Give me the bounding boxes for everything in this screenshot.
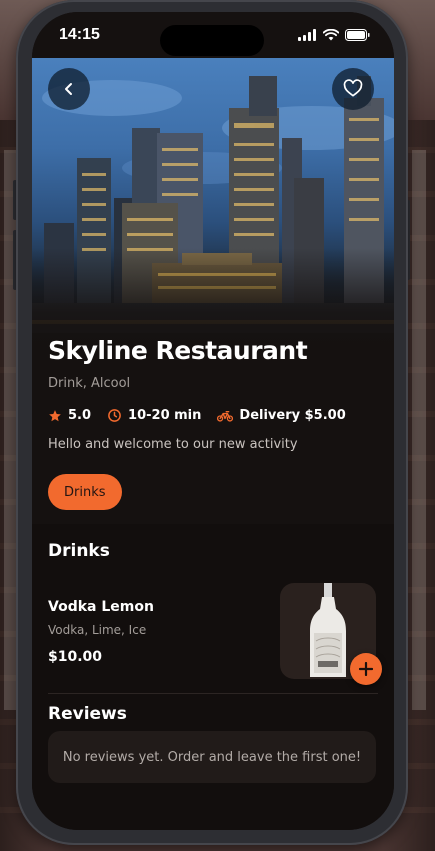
heart-icon [343, 79, 363, 97]
delivery-fee: Delivery $5.00 [217, 408, 346, 423]
clock-icon [108, 409, 121, 422]
section-divider [48, 693, 378, 694]
restaurant-meta: 5.0 10-20 min Delivery $5.00 [48, 408, 362, 423]
add-to-cart-button[interactable] [350, 653, 382, 685]
backdrop-window [412, 150, 426, 710]
rating-value: 5.0 [68, 408, 92, 423]
status-time: 14:15 [59, 26, 100, 43]
back-button[interactable] [48, 68, 90, 110]
status-bar: 14:15 [32, 12, 394, 58]
menu-item-price: $10.00 [48, 649, 103, 665]
dynamic-island [160, 25, 264, 56]
menu-item-name: Vodka Lemon [48, 599, 154, 615]
welcome-message: Hello and welcome to our new activity [48, 437, 298, 452]
restaurant-name: Skyline Restaurant [48, 336, 308, 365]
bike-icon [217, 410, 234, 422]
star-icon [49, 409, 61, 421]
rating: 5.0 [48, 408, 91, 423]
section-title-drinks: Drinks [48, 541, 110, 561]
plus-icon [359, 662, 373, 676]
favorite-button[interactable] [332, 68, 374, 110]
menu-item-ingredients: Vodka, Lime, Ice [48, 623, 147, 637]
wifi-icon [323, 29, 339, 41]
delivery-time-value: 10-20 min [128, 408, 202, 423]
status-icons [298, 29, 370, 41]
delivery-fee-value: Delivery $5.00 [239, 408, 346, 423]
app-screen: 14:15 Skyline Restaurant Drink, Alcool 5… [32, 12, 394, 830]
restaurant-categories: Drink, Alcool [48, 376, 131, 391]
category-chip-drinks[interactable]: Drinks [48, 474, 122, 510]
signal-icon [298, 29, 316, 41]
delivery-time: 10-20 min [107, 408, 201, 423]
chevron-left-icon [65, 83, 72, 95]
reviews-empty-state: No reviews yet. Order and leave the firs… [48, 731, 376, 783]
battery-icon [345, 29, 370, 41]
section-title-reviews: Reviews [48, 704, 127, 724]
